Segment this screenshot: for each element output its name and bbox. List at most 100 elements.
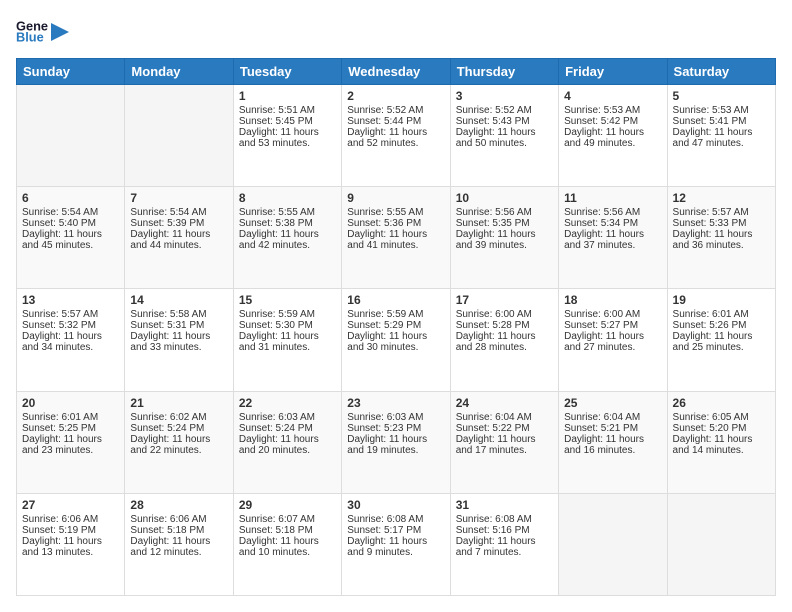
sunset: Sunset: 5:25 PM <box>22 423 96 434</box>
calendar-cell: 29Sunrise: 6:07 AMSunset: 5:18 PMDayligh… <box>233 493 341 595</box>
calendar-cell: 26Sunrise: 6:05 AMSunset: 5:20 PMDayligh… <box>667 391 775 493</box>
daylight: Daylight: 11 hours and 10 minutes. <box>239 536 319 558</box>
day-number: 2 <box>347 89 444 103</box>
sunset: Sunset: 5:20 PM <box>673 423 747 434</box>
sunset: Sunset: 5:24 PM <box>130 423 204 434</box>
day-number: 29 <box>239 498 336 512</box>
sunset: Sunset: 5:17 PM <box>347 525 421 536</box>
day-number: 22 <box>239 396 336 410</box>
calendar-cell <box>667 493 775 595</box>
daylight: Daylight: 11 hours and 12 minutes. <box>130 536 210 558</box>
day-number: 20 <box>22 396 119 410</box>
day-number: 12 <box>673 191 770 205</box>
sunrise: Sunrise: 6:04 AM <box>564 412 640 423</box>
sunset: Sunset: 5:34 PM <box>564 218 638 229</box>
sunrise: Sunrise: 6:05 AM <box>673 412 749 423</box>
sunrise: Sunrise: 6:08 AM <box>347 514 423 525</box>
calendar-cell: 1Sunrise: 5:51 AMSunset: 5:45 PMDaylight… <box>233 85 341 187</box>
daylight: Daylight: 11 hours and 16 minutes. <box>564 434 644 456</box>
daylight: Daylight: 11 hours and 45 minutes. <box>22 229 102 251</box>
day-number: 21 <box>130 396 227 410</box>
sunrise: Sunrise: 5:53 AM <box>673 105 749 116</box>
sunset: Sunset: 5:40 PM <box>22 218 96 229</box>
sunrise: Sunrise: 5:57 AM <box>22 309 98 320</box>
day-number: 7 <box>130 191 227 205</box>
sunset: Sunset: 5:36 PM <box>347 218 421 229</box>
sunset: Sunset: 5:16 PM <box>456 525 530 536</box>
calendar-header-sunday: Sunday <box>17 59 125 85</box>
day-number: 11 <box>564 191 661 205</box>
calendar-cell: 19Sunrise: 6:01 AMSunset: 5:26 PMDayligh… <box>667 289 775 391</box>
daylight: Daylight: 11 hours and 27 minutes. <box>564 331 644 353</box>
sunrise: Sunrise: 5:52 AM <box>456 105 532 116</box>
sunrise: Sunrise: 5:51 AM <box>239 105 315 116</box>
calendar-cell: 13Sunrise: 5:57 AMSunset: 5:32 PMDayligh… <box>17 289 125 391</box>
calendar-cell: 27Sunrise: 6:06 AMSunset: 5:19 PMDayligh… <box>17 493 125 595</box>
day-number: 30 <box>347 498 444 512</box>
logo-icon: General Blue <box>16 16 48 48</box>
calendar-cell: 11Sunrise: 5:56 AMSunset: 5:34 PMDayligh… <box>559 187 667 289</box>
daylight: Daylight: 11 hours and 25 minutes. <box>673 331 753 353</box>
daylight: Daylight: 11 hours and 39 minutes. <box>456 229 536 251</box>
calendar-cell: 15Sunrise: 5:59 AMSunset: 5:30 PMDayligh… <box>233 289 341 391</box>
day-number: 17 <box>456 293 553 307</box>
sunset: Sunset: 5:22 PM <box>456 423 530 434</box>
sunset: Sunset: 5:45 PM <box>239 116 313 127</box>
calendar-cell: 2Sunrise: 5:52 AMSunset: 5:44 PMDaylight… <box>342 85 450 187</box>
sunrise: Sunrise: 6:00 AM <box>456 309 532 320</box>
sunrise: Sunrise: 6:00 AM <box>564 309 640 320</box>
sunset: Sunset: 5:44 PM <box>347 116 421 127</box>
day-number: 15 <box>239 293 336 307</box>
daylight: Daylight: 11 hours and 44 minutes. <box>130 229 210 251</box>
sunrise: Sunrise: 6:02 AM <box>130 412 206 423</box>
sunrise: Sunrise: 6:03 AM <box>239 412 315 423</box>
day-number: 25 <box>564 396 661 410</box>
calendar-cell: 5Sunrise: 5:53 AMSunset: 5:41 PMDaylight… <box>667 85 775 187</box>
daylight: Daylight: 11 hours and 50 minutes. <box>456 127 536 149</box>
sunrise: Sunrise: 6:07 AM <box>239 514 315 525</box>
sunset: Sunset: 5:19 PM <box>22 525 96 536</box>
calendar-cell <box>559 493 667 595</box>
calendar-cell: 23Sunrise: 6:03 AMSunset: 5:23 PMDayligh… <box>342 391 450 493</box>
daylight: Daylight: 11 hours and 31 minutes. <box>239 331 319 353</box>
sunrise: Sunrise: 5:56 AM <box>456 207 532 218</box>
day-number: 19 <box>673 293 770 307</box>
calendar-week-row: 13Sunrise: 5:57 AMSunset: 5:32 PMDayligh… <box>17 289 776 391</box>
day-number: 9 <box>347 191 444 205</box>
day-number: 5 <box>673 89 770 103</box>
calendar-cell <box>17 85 125 187</box>
daylight: Daylight: 11 hours and 23 minutes. <box>22 434 102 456</box>
calendar-cell: 7Sunrise: 5:54 AMSunset: 5:39 PMDaylight… <box>125 187 233 289</box>
day-number: 1 <box>239 89 336 103</box>
sunset: Sunset: 5:21 PM <box>564 423 638 434</box>
calendar-cell: 30Sunrise: 6:08 AMSunset: 5:17 PMDayligh… <box>342 493 450 595</box>
sunrise: Sunrise: 5:59 AM <box>347 309 423 320</box>
calendar-cell: 21Sunrise: 6:02 AMSunset: 5:24 PMDayligh… <box>125 391 233 493</box>
daylight: Daylight: 11 hours and 41 minutes. <box>347 229 427 251</box>
calendar-cell <box>125 85 233 187</box>
day-number: 31 <box>456 498 553 512</box>
calendar-cell: 28Sunrise: 6:06 AMSunset: 5:18 PMDayligh… <box>125 493 233 595</box>
sunrise: Sunrise: 6:06 AM <box>22 514 98 525</box>
calendar-week-row: 20Sunrise: 6:01 AMSunset: 5:25 PMDayligh… <box>17 391 776 493</box>
sunset: Sunset: 5:31 PM <box>130 320 204 331</box>
daylight: Daylight: 11 hours and 42 minutes. <box>239 229 319 251</box>
daylight: Daylight: 11 hours and 14 minutes. <box>673 434 753 456</box>
logo: General Blue <box>16 16 69 48</box>
day-number: 6 <box>22 191 119 205</box>
calendar-cell: 31Sunrise: 6:08 AMSunset: 5:16 PMDayligh… <box>450 493 558 595</box>
day-number: 23 <box>347 396 444 410</box>
sunset: Sunset: 5:18 PM <box>130 525 204 536</box>
sunrise: Sunrise: 6:01 AM <box>22 412 98 423</box>
sunset: Sunset: 5:35 PM <box>456 218 530 229</box>
day-number: 18 <box>564 293 661 307</box>
calendar-header-friday: Friday <box>559 59 667 85</box>
sunrise: Sunrise: 6:08 AM <box>456 514 532 525</box>
sunset: Sunset: 5:43 PM <box>456 116 530 127</box>
calendar-cell: 25 Sunrise: 6:04 AMSunset: 5:21 PMDayligh… <box>559 391 667 493</box>
calendar-header-wednesday: Wednesday <box>342 59 450 85</box>
daylight: Daylight: 11 hours and 49 minutes. <box>564 127 644 149</box>
calendar-cell: 14Sunrise: 5:58 AMSunset: 5:31 PMDayligh… <box>125 289 233 391</box>
daylight: Daylight: 11 hours and 33 minutes. <box>130 331 210 353</box>
sunset: Sunset: 5:29 PM <box>347 320 421 331</box>
